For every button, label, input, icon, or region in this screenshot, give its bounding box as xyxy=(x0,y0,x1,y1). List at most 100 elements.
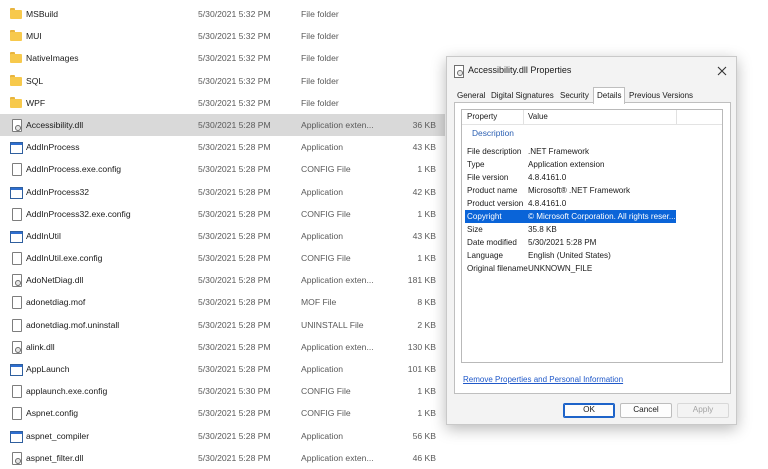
file-row[interactable]: aspnet_filter.dll 5/30/2021 5:28 PM Applic… xyxy=(0,447,445,469)
file-type: CONFIG File xyxy=(301,208,351,219)
file-row[interactable]: AppLaunch 5/30/2021 5:28 PM Application 101… xyxy=(0,358,445,380)
column-header-value[interactable]: Value xyxy=(528,112,548,121)
property-value: Microsoft® .NET Framework xyxy=(528,186,631,195)
tab-strip: General Digital Signatures Security Deta… xyxy=(454,87,730,104)
file-name: WPF xyxy=(26,97,46,108)
file-name: AddInProcess32.exe.config xyxy=(26,208,131,219)
file-icon xyxy=(10,207,22,221)
file-row[interactable]: MUI 5/30/2021 5:32 PM File folder xyxy=(0,25,445,47)
file-row[interactable]: SQL 5/30/2021 5:32 PM File folder xyxy=(0,70,445,92)
file-name: AppLaunch xyxy=(26,364,70,374)
file-date-modified: 5/30/2021 5:28 PM xyxy=(198,408,271,419)
file-row[interactable]: AdoNetDiag.dll 5/30/2021 5:28 PM Applicati… xyxy=(0,269,445,291)
file-name: AddInProcess32 xyxy=(26,186,90,197)
group-header-description: Description xyxy=(472,128,514,138)
dialog-title-bar[interactable]: Accessibility.dll Properties xyxy=(447,57,736,85)
file-row[interactable]: AddInUtil.exe.config 5/30/2021 5:28 PM CON… xyxy=(0,247,445,269)
property-value: 5/30/2021 5:28 PM xyxy=(528,238,597,247)
tab-details[interactable]: Details xyxy=(593,87,626,104)
file-row[interactable]: AddInProcess.exe.config 5/30/2021 5:28 PM… xyxy=(0,158,445,180)
property-value: 35.8 KB xyxy=(528,225,557,234)
file-row[interactable]: adonetdiag.mof 5/30/2021 5:28 PM MOF File 8… xyxy=(0,291,445,313)
file-row[interactable]: MSBuild 5/30/2021 5:32 PM File folder xyxy=(0,3,445,25)
tab-previous-versions[interactable]: Previous Versions xyxy=(626,89,696,102)
tab-security[interactable]: Security xyxy=(557,89,592,102)
apply-button[interactable]: Apply xyxy=(677,403,729,418)
dll-file-icon xyxy=(10,274,22,288)
file-row[interactable]: AddInProcess32.exe.config 5/30/2021 5:28 … xyxy=(0,203,445,225)
file-row[interactable]: AddInProcess 5/30/2021 5:28 PM Application… xyxy=(0,136,445,158)
file-size: 181 KB xyxy=(407,275,436,286)
property-value: 4.8.4161.0 xyxy=(528,173,567,182)
file-row[interactable]: aspnet_compiler 5/30/2021 5:28 PM Applicat… xyxy=(0,425,445,447)
dll-file-icon xyxy=(10,340,22,354)
cancel-button[interactable]: Cancel xyxy=(620,403,672,418)
file-row[interactable]: alink.dll 5/30/2021 5:28 PM Application ex… xyxy=(0,336,445,358)
property-row[interactable]: Original filename UNKNOWN_FILE xyxy=(462,262,676,275)
property-value: 4.8.4161.0 xyxy=(528,199,567,208)
remove-properties-link[interactable]: Remove Properties and Personal Informati… xyxy=(463,375,623,384)
file-icon xyxy=(10,385,22,399)
file-size: 1 KB xyxy=(417,164,436,175)
file-name: AddInUtil.exe.config xyxy=(26,253,103,264)
folder-icon xyxy=(10,52,22,64)
file-row[interactable]: WPF 5/30/2021 5:32 PM File folder xyxy=(0,92,445,114)
file-type: File folder xyxy=(301,31,339,42)
file-type: File folder xyxy=(301,75,339,86)
ok-button[interactable]: OK xyxy=(563,403,615,418)
property-row[interactable]: Copyright © Microsoft Corporation. All ri… xyxy=(465,210,676,223)
file-date-modified: 5/30/2021 5:28 PM xyxy=(198,142,271,153)
file-date-modified: 5/30/2021 5:28 PM xyxy=(198,364,271,374)
file-date-modified: 5/30/2021 5:28 PM xyxy=(198,341,271,352)
file-row[interactable]: adonetdiag.mof.uninstall 5/30/2021 5:28 P… xyxy=(0,314,445,336)
file-row[interactable]: AddInUtil 5/30/2021 5:28 PM Application 43 … xyxy=(0,225,445,247)
column-divider[interactable] xyxy=(676,110,677,124)
file-type: UNINSTALL File xyxy=(301,319,364,330)
file-name: AddInUtil xyxy=(26,230,61,241)
file-size: 2 KB xyxy=(417,319,436,330)
dll-file-icon xyxy=(10,451,22,465)
property-row[interactable]: Date modified 5/30/2021 5:28 PM xyxy=(462,236,676,249)
close-button[interactable] xyxy=(708,57,736,85)
property-row[interactable]: Language English (United States) xyxy=(462,249,676,262)
file-date-modified: 5/30/2021 5:28 PM xyxy=(198,253,271,264)
file-name: Accessibility.dll xyxy=(26,119,84,130)
file-size: 8 KB xyxy=(417,297,436,308)
tab-digital-signatures[interactable]: Digital Signatures xyxy=(488,89,557,102)
properties-dialog: Accessibility.dll Properties General Dig… xyxy=(446,56,737,425)
file-size: 56 KB xyxy=(412,430,436,441)
file-date-modified: 5/30/2021 5:30 PM xyxy=(198,386,271,397)
file-date-modified: 5/30/2021 5:28 PM xyxy=(198,452,271,463)
column-divider[interactable] xyxy=(523,110,524,124)
file-type: Application exten... xyxy=(301,452,374,463)
file-date-modified: 5/30/2021 5:28 PM xyxy=(198,186,271,197)
file-row[interactable]: Aspnet.config 5/30/2021 5:28 PM CONFIG Fil… xyxy=(0,402,445,424)
file-row[interactable]: applaunch.exe.config 5/30/2021 5:30 PM CON… xyxy=(0,380,445,402)
property-row[interactable]: Product name Microsoft® .NET Framework xyxy=(462,184,676,197)
file-row[interactable]: NativeImages 5/30/2021 5:32 PM File folder xyxy=(0,47,445,69)
property-list[interactable]: Property Value Description File descript… xyxy=(461,109,723,363)
property-row[interactable]: File description .NET Framework xyxy=(462,145,676,158)
close-icon xyxy=(717,66,727,76)
file-icon xyxy=(10,318,22,332)
column-header-property[interactable]: Property xyxy=(467,112,497,121)
file-name: MUI xyxy=(26,31,42,42)
file-type: MOF File xyxy=(301,297,337,308)
file-size: 36 KB xyxy=(412,119,436,130)
file-type: Application xyxy=(301,142,344,153)
property-row[interactable]: Product version 4.8.4161.0 xyxy=(462,197,676,210)
property-row[interactable]: Type Application extension xyxy=(462,158,676,171)
property-name: Original filename xyxy=(467,264,528,273)
file-date-modified: 5/30/2021 5:32 PM xyxy=(198,97,271,108)
file-date-modified: 5/30/2021 5:32 PM xyxy=(198,9,271,19)
property-row[interactable]: File version 4.8.4161.0 xyxy=(462,171,676,184)
property-name: Date modified xyxy=(467,238,517,247)
file-size: 42 KB xyxy=(412,186,436,197)
tab-general[interactable]: General xyxy=(454,89,488,102)
property-row[interactable]: Size 35.8 KB xyxy=(462,223,676,236)
file-row[interactable]: AddInProcess32 5/30/2021 5:28 PM Applicati… xyxy=(0,181,445,203)
property-value: Application extension xyxy=(528,160,605,169)
folder-icon xyxy=(10,74,22,87)
file-row[interactable]: Accessibility.dll 5/30/2021 5:28 PM Applic… xyxy=(0,113,445,137)
file-type: Application xyxy=(301,230,344,241)
